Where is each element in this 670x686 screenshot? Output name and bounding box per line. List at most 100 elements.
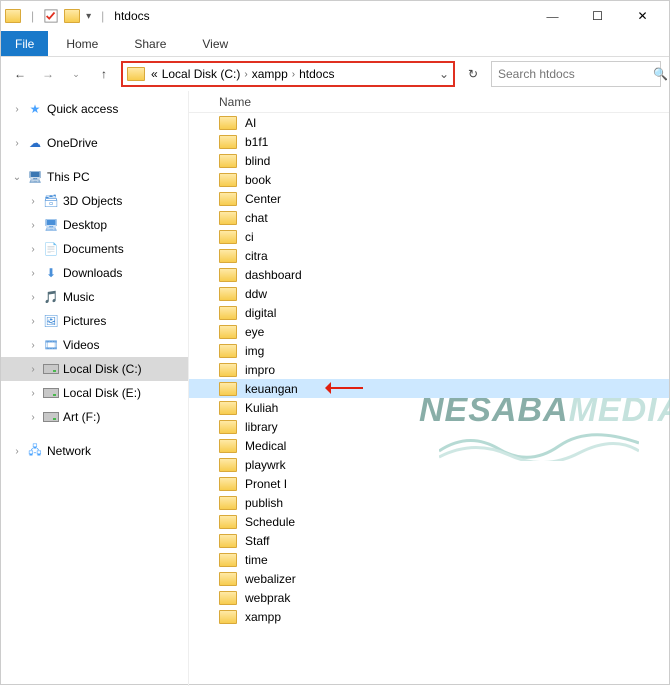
minimize-button[interactable]: —: [530, 2, 575, 30]
breadcrumb-segment[interactable]: xampp: [252, 67, 288, 81]
tree-item[interactable]: ›Art (F:): [1, 405, 188, 429]
file-row[interactable]: webprak: [189, 588, 669, 607]
tree-item[interactable]: ›🎵Music: [1, 285, 188, 309]
file-tab[interactable]: File: [1, 31, 48, 56]
folder-icon: [219, 610, 237, 624]
tab-home[interactable]: Home: [48, 31, 116, 56]
refresh-button[interactable]: ↻: [461, 62, 485, 86]
expand-icon[interactable]: ›: [27, 196, 39, 207]
cloud-icon: ☁: [27, 135, 43, 151]
tab-share[interactable]: Share: [116, 31, 184, 56]
column-name[interactable]: Name: [219, 95, 291, 109]
tree-quick-access[interactable]: › ★ Quick access: [1, 97, 188, 121]
file-name: ci: [245, 230, 254, 244]
folder-icon: [219, 477, 237, 491]
ribbon-tabs: File Home Share View: [1, 31, 669, 57]
file-row[interactable]: dashboard: [189, 265, 669, 284]
folder-icon: [219, 306, 237, 320]
file-row[interactable]: webalizer: [189, 569, 669, 588]
folder-icon: [219, 515, 237, 529]
folder-icon: [219, 572, 237, 586]
file-row[interactable]: publish: [189, 493, 669, 512]
file-row[interactable]: impro: [189, 360, 669, 379]
search-input[interactable]: [498, 67, 653, 81]
file-name: img: [245, 344, 264, 358]
properties-icon[interactable]: [44, 9, 58, 23]
collapse-icon[interactable]: ⌄: [11, 172, 23, 183]
forward-button[interactable]: →: [37, 63, 59, 85]
address-dropdown[interactable]: ⌄: [439, 67, 449, 81]
chevron-right-icon[interactable]: ›: [244, 69, 247, 80]
file-row[interactable]: AI: [189, 113, 669, 132]
expand-icon[interactable]: ›: [27, 412, 39, 423]
window-title: htdocs: [114, 9, 149, 23]
tree-label: OneDrive: [47, 136, 98, 150]
expand-icon[interactable]: ›: [27, 292, 39, 303]
file-row[interactable]: citra: [189, 246, 669, 265]
tree-item[interactable]: ›Local Disk (C:): [1, 357, 188, 381]
maximize-button[interactable]: ☐: [575, 2, 620, 30]
column-header[interactable]: Name: [189, 91, 669, 113]
separator: |: [31, 9, 34, 23]
file-row[interactable]: xampp: [189, 607, 669, 626]
breadcrumb-segment[interactable]: Local Disk (C:): [162, 67, 241, 81]
search-box[interactable]: 🔍: [491, 61, 661, 87]
file-row[interactable]: book: [189, 170, 669, 189]
file-row[interactable]: time: [189, 550, 669, 569]
expand-icon[interactable]: ›: [11, 104, 23, 115]
file-row[interactable]: chat: [189, 208, 669, 227]
expand-icon[interactable]: ›: [27, 364, 39, 375]
folder-icon: [219, 363, 237, 377]
tree-network[interactable]: › 🖧 Network: [1, 439, 188, 463]
file-row[interactable]: Schedule: [189, 512, 669, 531]
file-row[interactable]: digital: [189, 303, 669, 322]
file-row[interactable]: Pronet I: [189, 474, 669, 493]
up-button[interactable]: ↑: [93, 63, 115, 85]
expand-icon[interactable]: ›: [11, 446, 23, 457]
file-row[interactable]: ddw: [189, 284, 669, 303]
file-name: digital: [245, 306, 276, 320]
close-button[interactable]: ✕: [620, 2, 665, 30]
file-row[interactable]: blind: [189, 151, 669, 170]
file-name: keuangan: [245, 382, 298, 396]
file-row[interactable]: Center: [189, 189, 669, 208]
drive-icon: [127, 67, 145, 81]
tree-onedrive[interactable]: › ☁ OneDrive: [1, 131, 188, 155]
back-button[interactable]: ←: [9, 63, 31, 85]
tree-item[interactable]: ›Local Disk (E:): [1, 381, 188, 405]
address-bar[interactable]: « Local Disk (C:) › xampp › htdocs ⌄: [121, 61, 455, 87]
file-row[interactable]: library: [189, 417, 669, 436]
file-name: Pronet I: [245, 477, 287, 491]
recent-dropdown[interactable]: ⌄: [65, 63, 87, 85]
file-row[interactable]: b1f1: [189, 132, 669, 151]
tree-label: Downloads: [63, 266, 122, 280]
file-row[interactable]: playwrk: [189, 455, 669, 474]
expand-icon[interactable]: ›: [27, 388, 39, 399]
tree-item[interactable]: ›🖥Desktop: [1, 213, 188, 237]
tree-item[interactable]: ›🖼Pictures: [1, 309, 188, 333]
file-row[interactable]: keuangan: [189, 379, 669, 398]
tree-item[interactable]: ›🎞Videos: [1, 333, 188, 357]
file-name: webalizer: [245, 572, 296, 586]
tree-item[interactable]: ›🗃3D Objects: [1, 189, 188, 213]
tree-item[interactable]: ›⬇Downloads: [1, 261, 188, 285]
file-row[interactable]: eye: [189, 322, 669, 341]
breadcrumb-segment[interactable]: htdocs: [299, 67, 334, 81]
chevron-down-icon[interactable]: ▾: [86, 11, 91, 22]
expand-icon[interactable]: ›: [27, 340, 39, 351]
tab-view[interactable]: View: [184, 31, 246, 56]
expand-icon[interactable]: ›: [27, 220, 39, 231]
expand-icon[interactable]: ›: [27, 268, 39, 279]
file-row[interactable]: img: [189, 341, 669, 360]
expand-icon[interactable]: ›: [27, 244, 39, 255]
chevron-right-icon[interactable]: ›: [292, 69, 295, 80]
file-row[interactable]: Staff: [189, 531, 669, 550]
file-row[interactable]: Medical: [189, 436, 669, 455]
file-row[interactable]: ci: [189, 227, 669, 246]
tree-this-pc[interactable]: ⌄ 🖥 This PC: [1, 165, 188, 189]
file-row[interactable]: Kuliah: [189, 398, 669, 417]
expand-icon[interactable]: ›: [27, 316, 39, 327]
tree-item[interactable]: ›📄Documents: [1, 237, 188, 261]
expand-icon[interactable]: ›: [11, 138, 23, 149]
tree-label: Documents: [63, 242, 124, 256]
